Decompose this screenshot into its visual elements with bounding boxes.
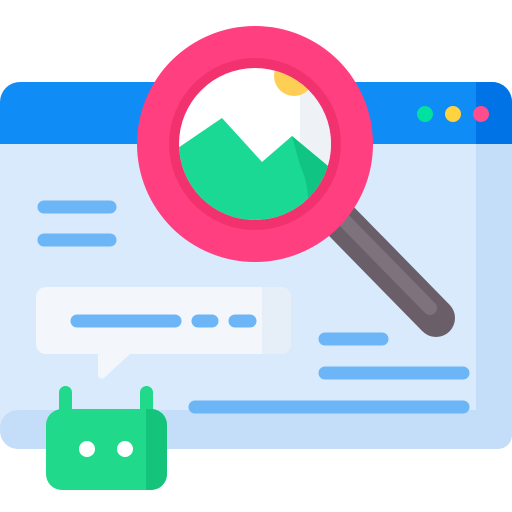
window-control-yellow-icon[interactable] [445, 106, 461, 122]
illustration-canvas [0, 0, 512, 512]
bot-eye-left [79, 441, 95, 457]
bot-head-shade [146, 409, 167, 490]
bot-eye-right [117, 441, 133, 457]
window-body-shade [476, 120, 512, 449]
window-control-green-icon[interactable] [417, 106, 433, 122]
window-control-red-icon[interactable] [473, 106, 489, 122]
browser-search-illustration [0, 26, 512, 490]
chat-bubble-shade [262, 287, 291, 354]
